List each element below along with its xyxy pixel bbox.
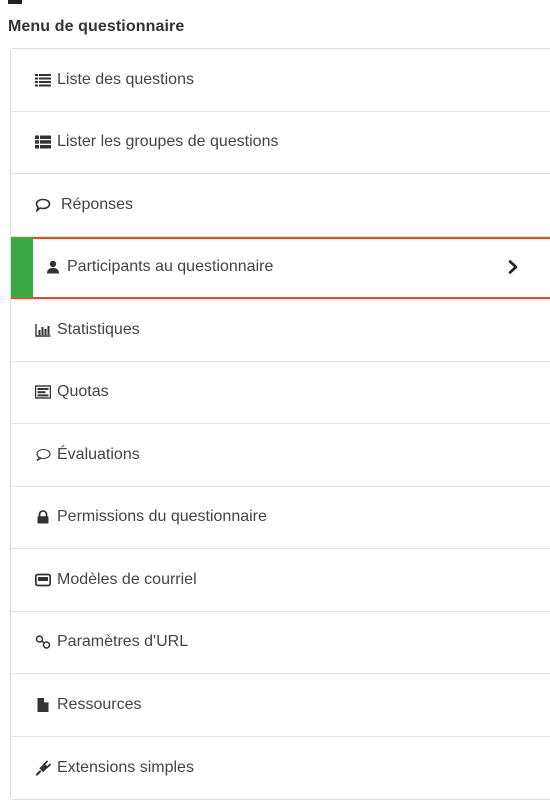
top-edge-fragment — [8, 0, 22, 4]
file-icon — [34, 696, 52, 714]
menu-item-responses[interactable]: Réponses — [11, 174, 550, 237]
menu-item-email-templates[interactable]: Modèles de courriel — [11, 549, 550, 612]
menu-item-resources[interactable]: Ressources — [11, 674, 550, 737]
plug-icon — [34, 759, 52, 777]
link-icon — [34, 633, 52, 651]
menu-item-question-list[interactable]: Liste des questions — [11, 49, 550, 112]
menu-item-label: Modèles de courriel — [57, 570, 197, 588]
lock-icon — [34, 508, 52, 526]
chevron-right-icon — [508, 260, 518, 275]
user-icon — [44, 258, 62, 276]
menu-item-url-parameters[interactable]: Paramètres d'URL — [11, 611, 550, 674]
menu-item-label: Quotas — [57, 383, 109, 401]
questionnaire-menu-panel: Menu de questionnaire Liste des question… — [0, 0, 550, 800]
menu-item-statistics[interactable]: Statistiques — [11, 299, 550, 362]
menu-item-quotas[interactable]: Quotas — [11, 361, 550, 424]
comment-outline-icon — [34, 446, 52, 464]
quotas-icon — [34, 383, 52, 401]
active-indicator-bar — [11, 236, 33, 298]
envelope-icon — [34, 571, 52, 589]
menu-item-label: Permissions du questionnaire — [57, 508, 267, 526]
menu-item-label: Réponses — [61, 195, 134, 213]
comment-icon — [34, 196, 52, 214]
menu-title: Menu de questionnaire — [8, 18, 185, 35]
menu-item-evaluations[interactable]: Évaluations — [11, 424, 550, 487]
menu-item-label: Participants au questionnaire — [67, 258, 274, 276]
menu-item-label: Lister les groupes de questions — [57, 133, 279, 151]
menu-item-label: Évaluations — [57, 445, 140, 463]
list-groups-icon — [34, 133, 52, 151]
menu-item-label: Ressources — [57, 695, 142, 713]
list-icon — [34, 71, 52, 89]
menu-item-label: Liste des questions — [57, 70, 194, 88]
menu-item-label: Statistiques — [57, 320, 140, 338]
bar-chart-icon — [34, 321, 52, 339]
menu-item-label: Extensions simples — [57, 758, 194, 776]
menu-item-permissions[interactable]: Permissions du questionnaire — [11, 486, 550, 549]
menu-list: Liste des questions Lister les groupes d… — [10, 48, 550, 800]
menu-item-simple-plugins[interactable]: Extensions simples — [11, 736, 550, 799]
menu-item-participants[interactable]: Participants au questionnaire — [11, 236, 550, 299]
menu-item-label: Paramètres d'URL — [57, 633, 189, 651]
menu-item-question-groups[interactable]: Lister les groupes de questions — [11, 111, 550, 174]
